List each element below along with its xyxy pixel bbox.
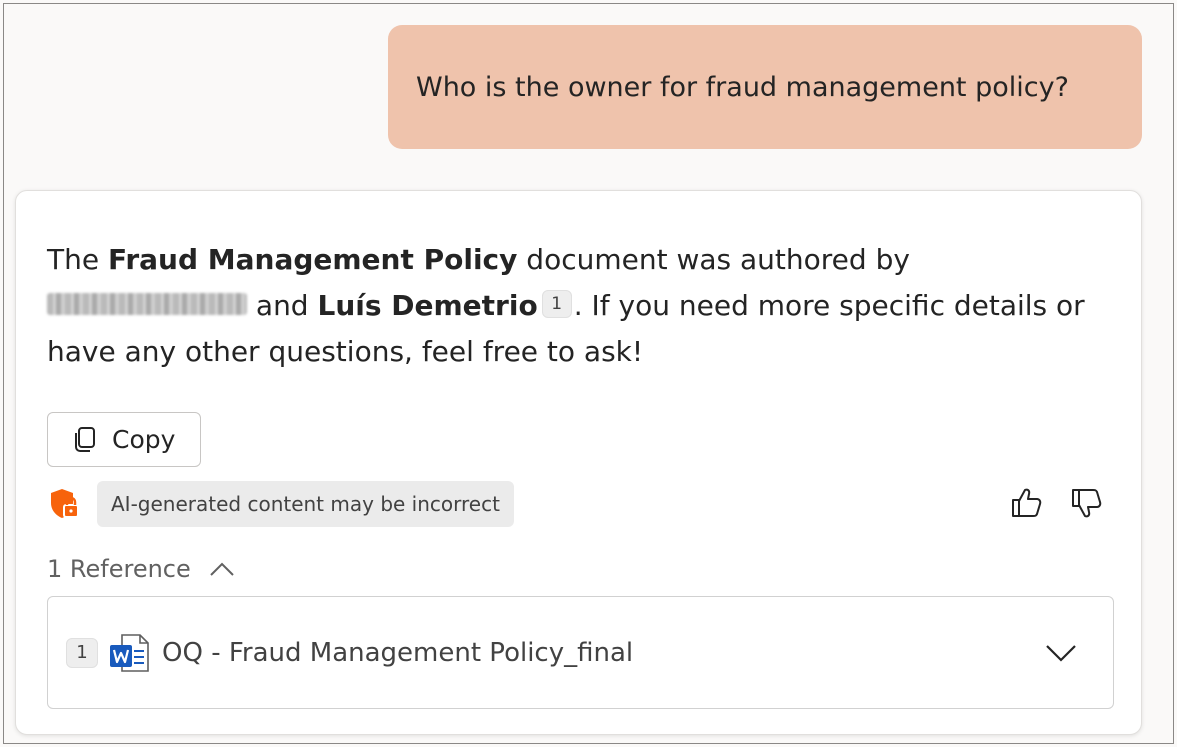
reference-item[interactable]: 1 OQ - Fraud Management Policy_final <box>47 596 1114 709</box>
ai-disclaimer-badge: AI-generated content may be incorrect <box>97 481 514 527</box>
answer-text-segment: and <box>255 289 318 322</box>
citation-marker[interactable]: 1 <box>541 290 572 318</box>
chevron-up-icon <box>210 562 234 576</box>
ai-disclaimer-text: AI-generated content may be incorrect <box>111 492 500 516</box>
answer-text-segment: The <box>47 243 108 276</box>
copy-button-label: Copy <box>112 425 176 454</box>
user-message-text: Who is the owner for fraud management po… <box>416 71 1069 103</box>
disclaimer-row: AI-generated content may be incorrect <box>47 481 514 527</box>
copy-button[interactable]: Copy <box>47 412 201 467</box>
chevron-down-icon[interactable] <box>1043 635 1079 671</box>
thumbs-down-icon[interactable] <box>1068 485 1104 521</box>
user-message-bubble: Who is the owner for fraud management po… <box>388 25 1142 149</box>
references-toggle[interactable]: 1 Reference <box>47 549 235 589</box>
redacted-name <box>47 293 247 315</box>
shield-lock-icon <box>51 489 79 518</box>
thumbs-up-icon[interactable] <box>1008 485 1044 521</box>
assistant-response-text: The Fraud Management Policy document was… <box>47 237 1107 375</box>
answer-text-segment: document was authored by <box>517 243 910 276</box>
copy-icon <box>75 426 95 452</box>
answer-bold-author: Luís Demetrio <box>317 289 538 322</box>
answer-bold-policy: Fraud Management Policy <box>107 243 518 276</box>
reference-title: OQ - Fraud Management Policy_final <box>162 637 634 668</box>
chat-window: Who is the owner for fraud management po… <box>3 3 1174 744</box>
references-count-label: 1 Reference <box>47 555 191 583</box>
assistant-response-card: The Fraud Management Policy document was… <box>15 190 1142 735</box>
reference-number: 1 <box>66 637 98 668</box>
word-document-icon <box>110 633 149 672</box>
